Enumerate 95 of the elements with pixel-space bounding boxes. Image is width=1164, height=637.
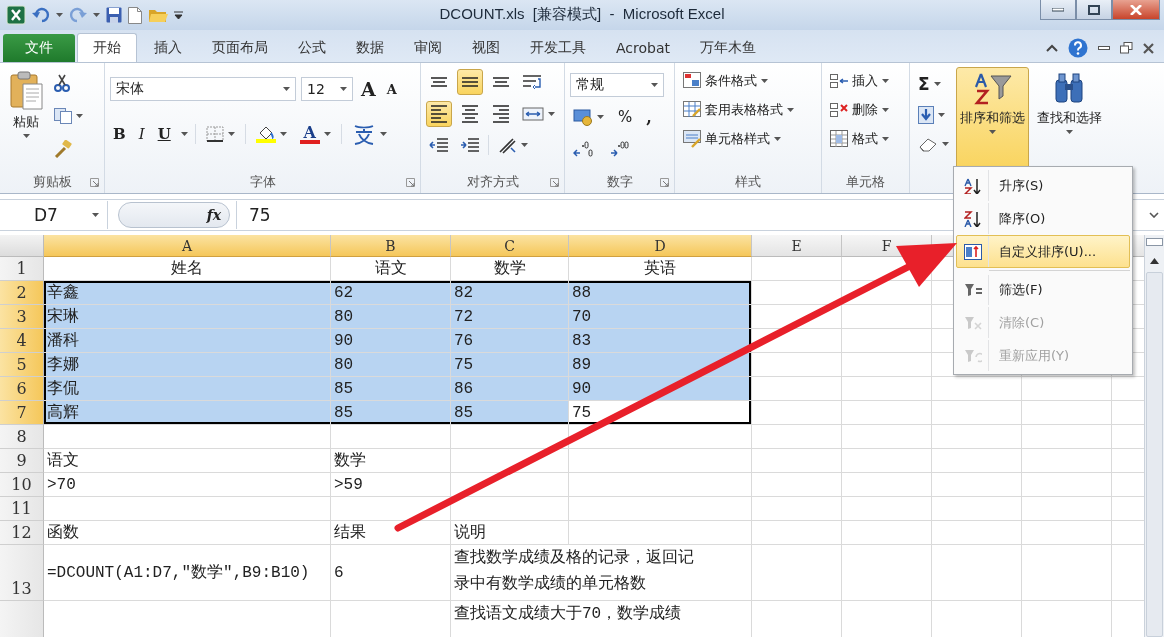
ribbon-tab[interactable]: 数据 xyxy=(341,34,399,62)
group-label: 样式 xyxy=(735,173,761,191)
table-cell: 70 xyxy=(569,305,752,329)
table-cell: 潘科 xyxy=(44,329,331,353)
table-cell: 高辉 xyxy=(44,401,331,425)
autosum-button[interactable]: Σ xyxy=(915,71,952,97)
row-header[interactable]: 2 xyxy=(0,281,44,305)
menu-item[interactable]: 升序(S) xyxy=(956,169,1130,202)
shrink-font-button[interactable]: A xyxy=(383,81,400,97)
table-cell: 62 xyxy=(331,281,451,305)
row-header[interactable]: 10 xyxy=(0,473,44,497)
format-cells-button[interactable]: 格式 xyxy=(827,127,892,151)
table-cell: 李娜 xyxy=(44,353,331,377)
column-header[interactable]: B xyxy=(331,235,451,257)
table-cell: 语文 xyxy=(44,449,331,473)
bold-button[interactable]: B xyxy=(110,125,129,143)
row-header[interactable]: 12 xyxy=(0,521,44,545)
ribbon-tab[interactable]: 插入 xyxy=(139,34,197,62)
table-cell: 李侃 xyxy=(44,377,331,401)
table-cell: 85 xyxy=(451,401,569,425)
table-cell: 查找语文成绩大于70，数学成绩 xyxy=(451,601,752,637)
row-header[interactable]: 1 xyxy=(0,257,44,281)
row-header[interactable]: 7 xyxy=(0,401,44,425)
comma-button[interactable]: , xyxy=(643,107,655,127)
percent-button[interactable]: % xyxy=(615,108,636,126)
find-select-button[interactable]: 查找和选择 xyxy=(1033,67,1106,171)
table-cell: 80 xyxy=(331,353,451,377)
table-cell: 函数 xyxy=(44,521,331,545)
table-cell: 75 xyxy=(569,401,752,425)
ribbon-tab[interactable]: 开始 xyxy=(77,33,137,62)
table-cell: 89 xyxy=(569,353,752,377)
insert-function-button[interactable]: fx xyxy=(206,207,221,223)
window-title: DCOUNT.xls [兼容模式] - Microsoft Excel xyxy=(439,5,725,24)
font-color-button[interactable]: A xyxy=(296,121,334,147)
table-cell: >59 xyxy=(331,473,451,497)
table-cell: 80 xyxy=(331,305,451,329)
table-cell: 82 xyxy=(451,281,569,305)
row-header[interactable]: 9 xyxy=(0,449,44,473)
table-cell: 宋琳 xyxy=(44,305,331,329)
group-label: 单元格 xyxy=(846,173,885,191)
file-tab[interactable]: 文件 xyxy=(3,34,75,62)
row-header[interactable]: 3 xyxy=(0,305,44,329)
table-cell: 83 xyxy=(569,329,752,353)
table-cell: 说明 xyxy=(451,521,569,545)
font-size-field[interactable]: 12 xyxy=(301,77,353,101)
group-label: 字体 xyxy=(249,173,276,191)
column-header[interactable]: C xyxy=(451,235,569,257)
table-cell: 75 xyxy=(451,353,569,377)
row-header[interactable]: 4 xyxy=(0,329,44,353)
table-cell: 88 xyxy=(569,281,752,305)
cell-styles-button[interactable]: 单元格样式 xyxy=(680,127,797,151)
table-cell: 6 xyxy=(331,545,451,601)
ribbon-tab[interactable]: 万年木鱼 xyxy=(685,34,771,62)
ribbon-tab[interactable]: 开发工具 xyxy=(515,34,601,62)
table-cell: 86 xyxy=(451,377,569,401)
column-header[interactable]: A xyxy=(44,235,331,257)
table-cell: 72 xyxy=(451,305,569,329)
table-cell: 结果 xyxy=(331,521,451,545)
ribbon-tab[interactable]: 视图 xyxy=(457,34,515,62)
table-cell: >70 xyxy=(44,473,331,497)
row-header[interactable]: 5 xyxy=(0,353,44,377)
insert-cells-button[interactable]: 插入 xyxy=(827,69,892,93)
table-cell: 90 xyxy=(331,329,451,353)
grow-font-button[interactable]: A xyxy=(358,78,379,100)
menu-item[interactable]: 自定义排序(U)... xyxy=(956,235,1130,268)
table-cell: 辛鑫 xyxy=(44,281,331,305)
paste-button[interactable]: 粘贴 xyxy=(5,67,47,171)
table-cell: 数学 xyxy=(331,449,451,473)
row-header[interactable]: 13 xyxy=(0,545,44,601)
table-cell: 85 xyxy=(331,377,451,401)
table-cell: 76 xyxy=(451,329,569,353)
name-box[interactable]: D7 xyxy=(0,201,108,229)
column-header[interactable]: E xyxy=(752,235,842,257)
ribbon-tab[interactable]: 审阅 xyxy=(399,34,457,62)
row-header[interactable]: 8 xyxy=(0,425,44,449)
ribbon-tab[interactable]: 页面布局 xyxy=(197,34,283,62)
conditional-format-button[interactable]: 条件格式 xyxy=(680,69,797,93)
row-header[interactable]: 6 xyxy=(0,377,44,401)
ribbon-tab[interactable]: 公式 xyxy=(283,34,341,62)
group-label: 对齐方式 xyxy=(466,173,519,191)
underline-button[interactable]: U xyxy=(154,125,174,143)
ribbon-tab[interactable]: Acrobat xyxy=(601,34,685,62)
column-header[interactable]: D xyxy=(569,235,752,257)
group-label: 数字 xyxy=(606,173,633,191)
italic-button[interactable]: I xyxy=(135,125,148,143)
table-cell: 85 xyxy=(331,401,451,425)
delete-cells-button[interactable]: 删除 xyxy=(827,98,892,122)
row-header[interactable]: 11 xyxy=(0,497,44,521)
table-format-button[interactable]: 套用表格格式 xyxy=(680,98,797,122)
table-cell: 90 xyxy=(569,377,752,401)
font-name-field[interactable]: 宋体 xyxy=(110,77,296,101)
number-format-field[interactable]: 常规 xyxy=(570,73,664,97)
table-cell: 查找数学成绩及格的记录，返回记录中有数学成绩的单元格数 xyxy=(451,545,752,601)
group-label: 剪贴板 xyxy=(32,173,72,191)
table-cell: =DCOUNT(A1:D7,"数学",B9:B10) xyxy=(44,545,331,601)
